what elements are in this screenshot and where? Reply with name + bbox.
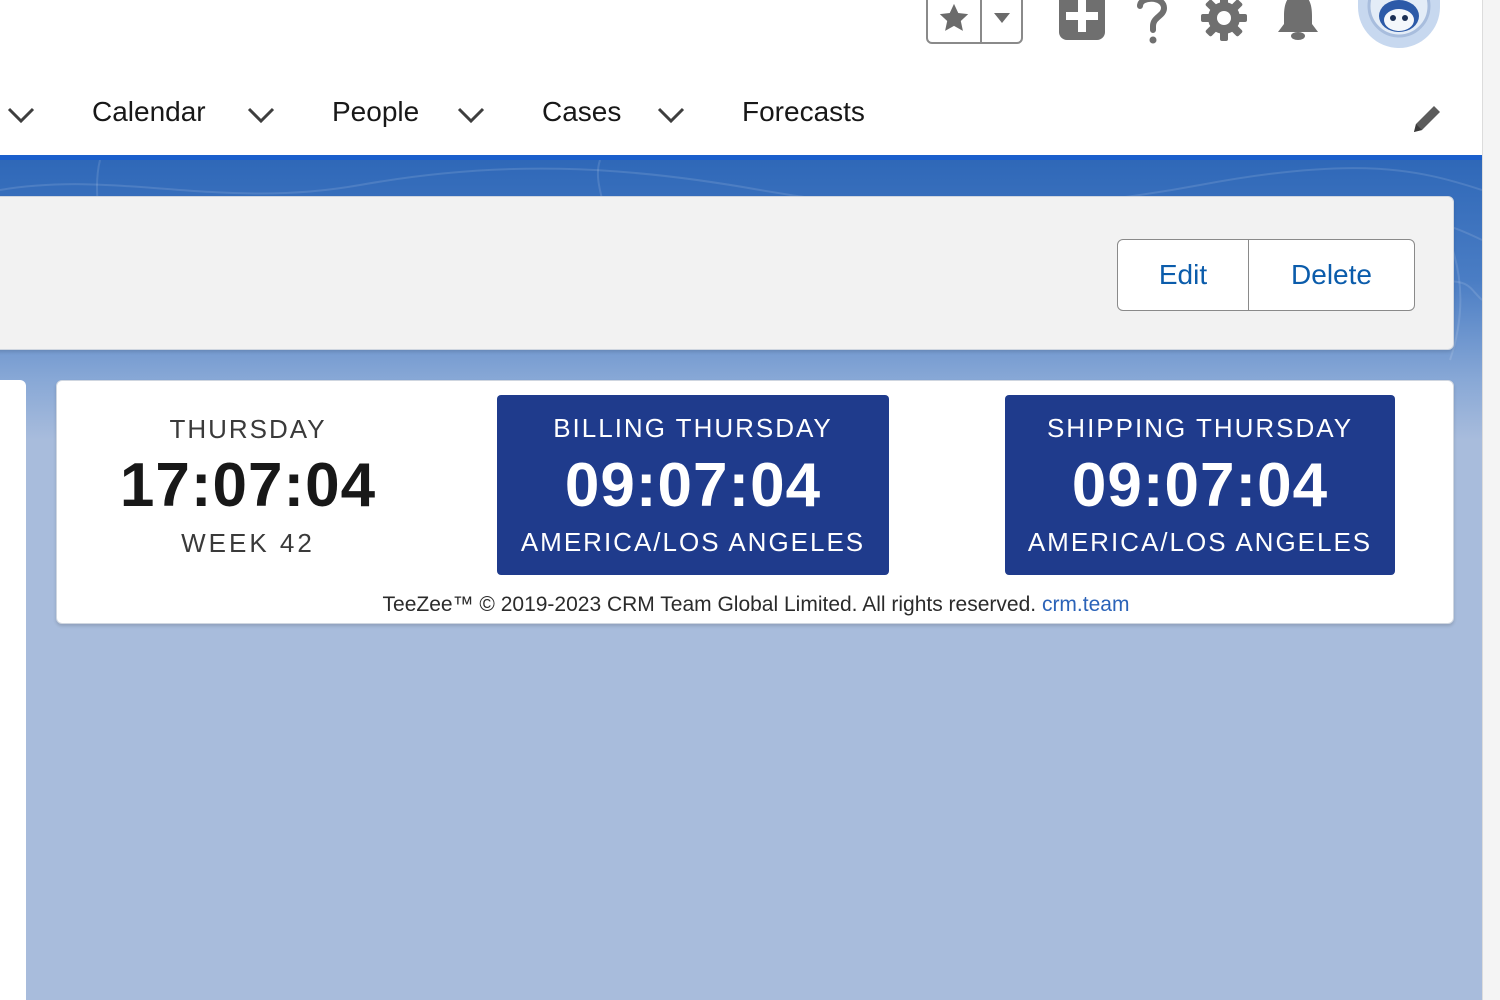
caret-down-icon [993,13,1010,23]
chevron-down-icon[interactable] [246,106,276,124]
help-button[interactable] [1132,0,1172,46]
setup-button[interactable] [1200,0,1248,44]
nav-item-calendar[interactable]: Calendar [92,96,206,128]
edit-button[interactable]: Edit [1118,240,1249,310]
avatar[interactable] [1358,0,1440,48]
gear-icon [1201,0,1247,41]
nav-item-forecasts[interactable]: Forecasts [742,96,865,128]
navigation-bar: Calendar People Cases Forecasts [0,62,1482,160]
chevron-down-icon[interactable] [656,106,686,124]
nav-item-people[interactable]: People [332,96,419,128]
local-time: 17:07:04 [119,451,377,520]
tz-zone: AMERICA/LOS ANGELES [1027,527,1373,557]
copyright-footer: TeeZee™ © 2019-2023 CRM Team Global Limi… [57,593,1455,617]
nav-item-label: Calendar [92,96,206,127]
favorites-button-group [926,0,1023,44]
tz-zone: AMERICA/LOS ANGELES [520,527,866,557]
notifications-button[interactable] [1274,0,1322,42]
local-week: WEEK 42 [181,528,315,558]
record-actions: Edit Delete [1117,239,1415,311]
tz-time: 09:07:04 [564,451,822,520]
add-icon [1059,0,1105,40]
shipping-clock-tile: SHIPPING THURSDAY 09:07:04 AMERICA/LOS A… [1005,395,1395,575]
favorites-button[interactable] [928,0,982,42]
user-avatar-icon [1367,0,1431,38]
billing-clock-tile: BILLING THURSDAY 09:07:04 AMERICA/LOS AN… [497,395,889,575]
crm-team-link[interactable]: crm.team [1042,593,1130,616]
nav-item-label: Forecasts [742,96,865,127]
bell-icon [1278,0,1318,40]
tz-title: BILLING THURSDAY [553,413,833,443]
scrollbar[interactable] [1482,0,1500,1000]
favorites-menu-button[interactable] [982,0,1021,42]
global-header [0,0,1482,62]
tz-title: SHIPPING THURSDAY [1046,413,1354,443]
world-clock-card: THURSDAY 17:07:04 WEEK 42 BILLING THURSD… [56,380,1454,624]
chevron-down-icon[interactable] [456,106,486,124]
left-side-card [0,380,26,1000]
tz-time: 09:07:04 [1071,451,1329,520]
nav-item-label: People [332,96,420,127]
local-clock: THURSDAY 17:07:04 WEEK 42 [117,411,379,561]
local-day: THURSDAY [169,414,327,444]
edit-nav-icon[interactable] [1410,102,1444,136]
chevron-down-icon[interactable] [6,106,36,124]
copyright-text: TeeZee™ © 2019-2023 CRM Team Global Limi… [382,593,1037,616]
nav-item-label: Cases [542,96,622,127]
delete-button[interactable]: Delete [1249,240,1414,310]
help-icon [1137,0,1168,44]
global-actions-button[interactable] [1058,0,1106,42]
nav-item-cases[interactable]: Cases [542,96,621,128]
star-icon [939,3,969,31]
